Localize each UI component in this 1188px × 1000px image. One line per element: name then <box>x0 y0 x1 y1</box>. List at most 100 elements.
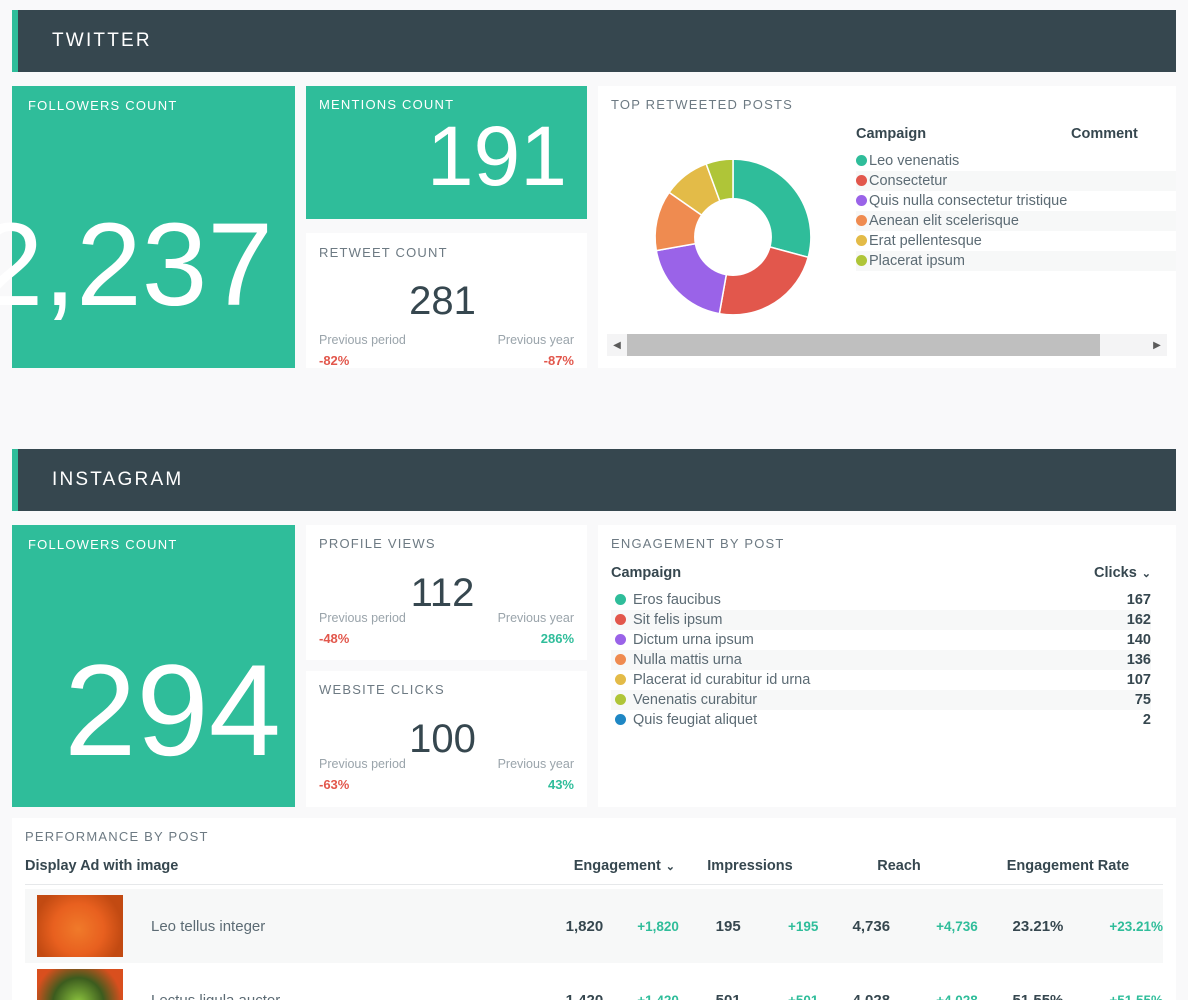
post-thumbnail-wrapper <box>25 895 123 957</box>
table-row[interactable]: Placerat id curabitur id urna 107 <box>611 670 1151 690</box>
engagement-delta: +1,420 <box>637 992 679 1000</box>
twitter-retweets-comparisons: Previous period -82% Previous year -87% <box>319 333 574 368</box>
engagement-campaign-cell: Eros faucibus <box>611 590 1031 610</box>
profile-views-value: 112 <box>410 571 475 615</box>
performance-table-row[interactable]: Leo tellus integer 1,820 +1,820 195 +195 4,73… <box>25 889 1163 963</box>
column-header-engagement-rate[interactable]: Engagement Rate <box>973 858 1163 874</box>
instagram-followers-card: FOLLOWERS COUNT 294 <box>12 525 295 807</box>
column-header-clicks-label: Clicks <box>1094 565 1137 581</box>
table-row[interactable]: Leo venenatis <box>856 151 1176 171</box>
previous-period-label: Previous period <box>319 333 406 347</box>
engagement-rate-value: 23.21% <box>1012 917 1064 935</box>
engagement-campaign-cell: Placerat id curabitur id urna <box>611 670 1031 690</box>
instagram-section-title: INSTAGRAM <box>52 469 184 490</box>
legend-comments-cell <box>1071 171 1176 191</box>
scrollbar-track[interactable] <box>627 334 1147 356</box>
previous-year-label: Previous year <box>497 757 574 771</box>
engagement-campaign-label: Placerat id curabitur id urna <box>633 672 811 688</box>
previous-year-value: -87% <box>543 353 574 368</box>
legend-campaign-cell: Leo venenatis <box>856 151 1071 171</box>
previous-year-label: Previous year <box>497 611 574 625</box>
website-clicks-value: 100 <box>409 717 476 761</box>
column-header-comments[interactable]: Comment <box>1071 126 1176 151</box>
legend-color-dot-icon <box>615 614 626 625</box>
twitter-retweets-previous-year: Previous year -87% <box>498 333 574 368</box>
performance-table-body: Leo tellus integer 1,820 +1,820 195 +195 4,73… <box>25 889 1163 1000</box>
twitter-followers-value: 2,237 <box>0 199 273 331</box>
legend-comments-cell <box>1071 191 1176 211</box>
table-row[interactable]: Placerat ipsum <box>856 251 1176 271</box>
website-clicks-previous-year: Previous year 43% <box>498 757 574 792</box>
scroll-right-arrow-icon[interactable]: ▶ <box>1147 334 1167 356</box>
scrollbar-thumb[interactable] <box>627 334 1101 356</box>
legend-color-dot-icon <box>615 594 626 605</box>
table-row[interactable]: Quis nulla consectetur tristique <box>856 191 1176 211</box>
post-thumbnail-wrapper <box>25 969 123 1000</box>
legend-campaign-cell: Consectetur <box>856 171 1071 191</box>
engagement-campaign-label: Nulla mattis urna <box>633 652 742 668</box>
engagement-clicks-cell: 167 <box>1126 592 1151 608</box>
engagement-clicks-cell: 162 <box>1126 612 1151 628</box>
legend-color-dot-icon <box>856 175 867 186</box>
column-header-engagement-label: Engagement <box>573 858 661 874</box>
scroll-left-arrow-icon[interactable]: ◀ <box>607 334 627 356</box>
engagement-by-post-table: Campaign Clicks ⌄ Eros faucibus 167 Sit fel… <box>611 565 1151 730</box>
column-header-engagement[interactable]: Engagement ⌄ <box>535 858 675 874</box>
engagement-clicks-cell: 2 <box>1142 712 1151 728</box>
table-row[interactable]: Dictum urna ipsum 140 <box>611 630 1151 650</box>
engagement-clicks-cell: 136 <box>1126 652 1151 668</box>
legend-color-dot-icon <box>615 634 626 645</box>
engagement-campaign-cell: Dictum urna ipsum <box>611 630 1031 650</box>
twitter-retweets-value: 281 <box>409 279 476 323</box>
column-header-reach[interactable]: Reach <box>825 858 973 874</box>
instagram-section-header: INSTAGRAM <box>12 449 1176 511</box>
table-row[interactable]: Quis feugiat aliquet 2 <box>611 710 1151 730</box>
post-name: Leo tellus integer <box>151 917 266 935</box>
legend-color-dot-icon <box>615 694 626 705</box>
top-retweeted-horizontal-scrollbar[interactable]: ◀ ▶ <box>607 334 1167 356</box>
post-name: Lectus ligula auctor <box>151 991 281 1000</box>
table-row[interactable]: Nulla mattis urna 136 <box>611 650 1151 670</box>
legend-color-dot-icon <box>856 235 867 246</box>
reach-value: 4,028 <box>852 991 891 1000</box>
column-header-display-ad[interactable]: Display Ad with image <box>25 858 535 874</box>
performance-by-post-title: PERFORMANCE BY POST <box>25 829 209 844</box>
table-row[interactable]: Consectetur <box>856 171 1176 191</box>
sort-chevron-down-icon[interactable]: ⌄ <box>1142 568 1151 580</box>
engagement-campaign-label: Venenatis curabitur <box>633 692 758 708</box>
sort-chevron-down-icon[interactable]: ⌄ <box>666 861 675 873</box>
legend-comments-cell <box>1071 211 1176 231</box>
engagement-campaign-cell: Sit felis ipsum <box>611 610 1031 630</box>
column-header-campaign[interactable]: Campaign <box>856 126 1071 151</box>
engagement-campaign-cell: Venenatis curabitur <box>611 690 1031 710</box>
previous-year-value: 286% <box>540 631 574 646</box>
instagram-website-clicks-card: WEBSITE CLICKS 100 Previous period -63% … <box>306 671 587 807</box>
top-retweeted-donut-chart <box>638 142 828 332</box>
top-retweeted-posts-title: TOP RETWEETED POSTS <box>611 97 793 112</box>
impressions-value: 195 <box>715 917 741 935</box>
twitter-retweets-card: RETWEET COUNT 281 Previous period -82% P… <box>306 233 587 368</box>
column-header-campaign[interactable]: Campaign <box>611 565 1031 590</box>
legend-campaign-label: Aenean elit scelerisque <box>869 213 1019 229</box>
top-retweeted-posts-panel: TOP RETWEETED POSTS Campaign Comment Leo… <box>598 86 1176 368</box>
donut-svg <box>654 158 812 316</box>
engagement-rate-delta: +51.55% <box>1109 992 1163 1000</box>
legend-campaign-label: Quis nulla consectetur tristique <box>869 193 1068 209</box>
table-row[interactable]: Aenean elit scelerisque <box>856 211 1176 231</box>
table-row[interactable]: Erat pellentesque <box>856 231 1176 251</box>
twitter-retweets-label: RETWEET COUNT <box>319 245 448 260</box>
website-clicks-comparisons: Previous period -63% Previous year 43% <box>319 757 574 792</box>
performance-table-row[interactable]: Lectus ligula auctor 1,420 +1,420 501 +501 4,… <box>25 963 1163 1000</box>
table-row[interactable]: Sit felis ipsum 162 <box>611 610 1151 630</box>
column-header-impressions[interactable]: Impressions <box>675 858 825 874</box>
previous-period-value: -82% <box>319 353 350 368</box>
column-header-clicks[interactable]: Clicks ⌄ <box>1031 565 1151 590</box>
reach-delta: +4,028 <box>936 992 978 1000</box>
table-row[interactable]: Eros faucibus 167 <box>611 590 1151 610</box>
twitter-section-title: TWITTER <box>52 30 152 51</box>
legend-campaign-cell: Quis nulla consectetur tristique <box>856 191 1071 211</box>
table-row[interactable]: Venenatis curabitur 75 <box>611 690 1151 710</box>
table-header-row: Campaign Comment <box>856 126 1176 151</box>
donut-hole <box>694 198 772 276</box>
legend-campaign-cell: Aenean elit scelerisque <box>856 211 1071 231</box>
